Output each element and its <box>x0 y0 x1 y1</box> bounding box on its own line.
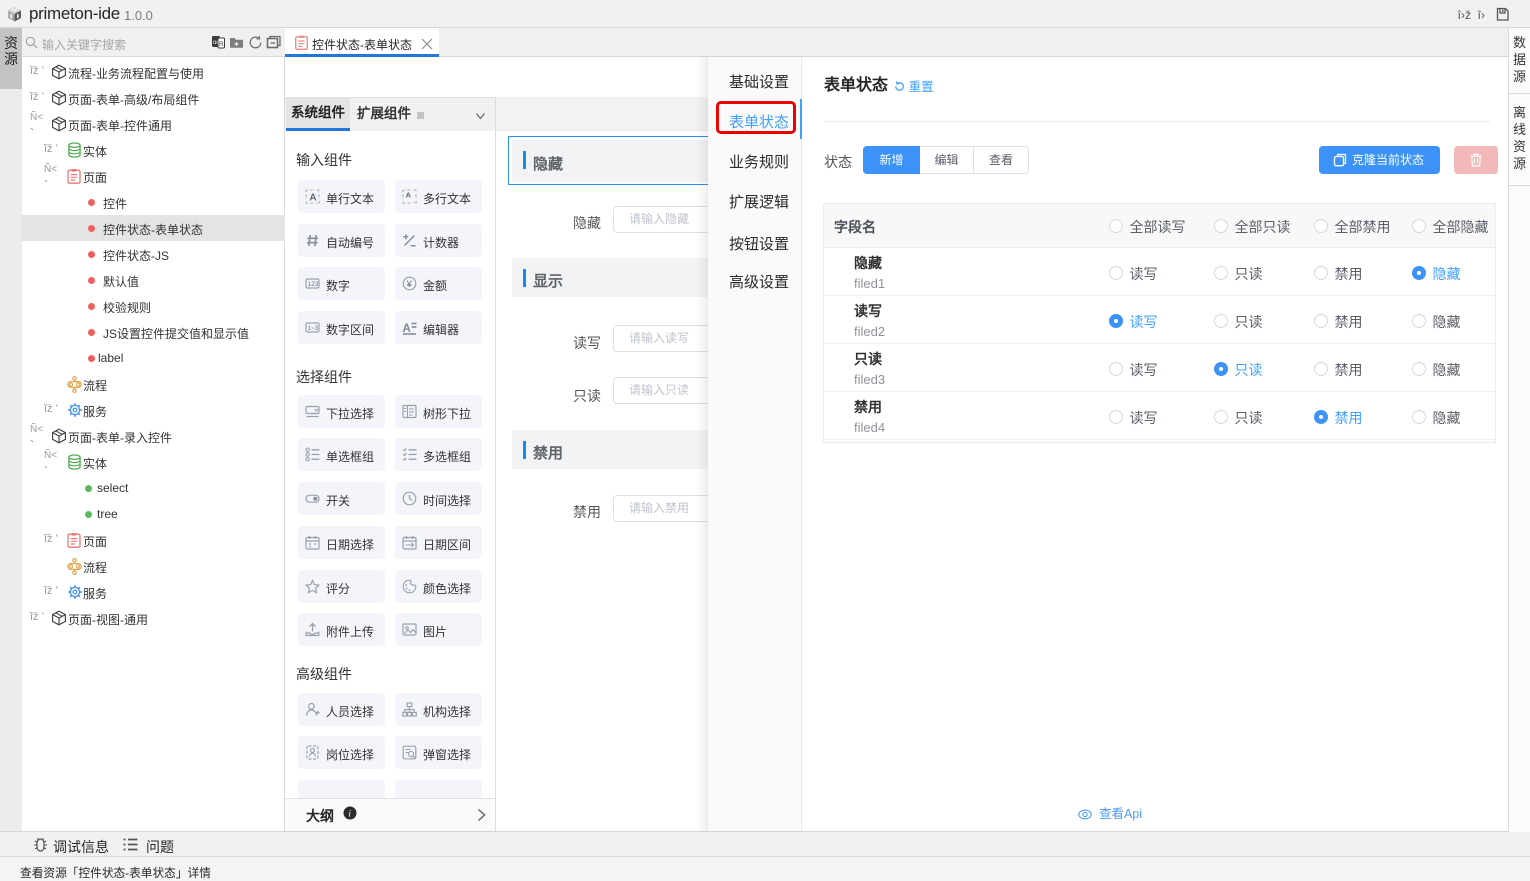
svg-text:123: 123 <box>308 281 319 288</box>
svg-text:A: A <box>406 190 412 199</box>
svg-text:A: A <box>309 193 316 204</box>
svg-text:i: i <box>348 810 351 820</box>
svg-text:A: A <box>403 323 411 335</box>
svg-text:¥: ¥ <box>406 278 413 289</box>
svg-text:1~3: 1~3 <box>308 325 319 332</box>
svg-text:R: R <box>219 41 224 48</box>
